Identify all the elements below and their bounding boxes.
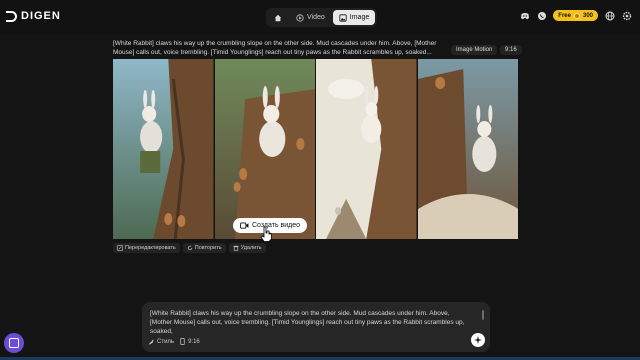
edit-icon — [117, 245, 123, 251]
tab-video-label: Video — [307, 14, 325, 21]
support-chat-button[interactable] — [4, 333, 24, 353]
delete-label: Удалить — [240, 245, 262, 251]
top-bar: DIGEN Video Image Free 300 — [0, 0, 640, 34]
re-edit-button[interactable]: Перередактировать — [113, 243, 180, 253]
credits-count: 300 — [582, 12, 593, 19]
repeat-label: Повторить — [194, 245, 222, 251]
prompt-input[interactable]: [White Rabbit] claws his way up the crum… — [150, 309, 470, 336]
style-selector[interactable]: Стиль — [148, 339, 174, 345]
logo-mark-icon — [6, 10, 17, 22]
video-camera-icon — [240, 222, 249, 229]
whatsapp-icon[interactable] — [536, 10, 547, 21]
tab-home[interactable] — [268, 10, 288, 25]
discord-icon[interactable] — [519, 10, 530, 21]
aspect-ratio-icon — [180, 338, 185, 345]
composer-scrollbar[interactable] — [482, 310, 484, 320]
result-actions: Перередактировать Повторить Удалить — [113, 243, 266, 253]
generated-image-1[interactable] — [113, 59, 214, 239]
image-icon — [339, 13, 347, 22]
generated-images — [113, 59, 518, 239]
style-icon — [148, 339, 154, 344]
refresh-icon — [187, 245, 192, 251]
mode-switcher: Video Image — [266, 8, 378, 27]
globe-icon[interactable] — [604, 10, 615, 21]
delete-button[interactable]: Удалить — [228, 243, 266, 253]
free-label: Free — [558, 12, 571, 19]
brand-name: DIGEN — [21, 10, 61, 22]
brand-logo[interactable]: DIGEN — [6, 10, 61, 22]
result-prompt: [White Rabbit] claws his way up the crum… — [113, 40, 437, 56]
settings-icon[interactable] — [621, 10, 632, 21]
sparkle-icon — [474, 336, 482, 344]
coin-icon — [573, 12, 580, 19]
tab-image[interactable]: Image — [332, 10, 376, 25]
tab-image-label: Image — [349, 14, 370, 21]
trash-icon — [233, 245, 239, 251]
home-icon — [274, 14, 282, 21]
chat-icon — [9, 338, 19, 348]
generated-image-2[interactable] — [214, 59, 315, 239]
header-actions: Free 300 — [519, 10, 632, 21]
generated-image-4[interactable] — [417, 59, 518, 239]
credits-badge[interactable]: Free 300 — [553, 10, 598, 21]
tab-video[interactable]: Video — [290, 10, 331, 25]
mode-tag: Image Motion — [451, 45, 498, 55]
hand-cursor-icon — [260, 226, 272, 242]
repeat-button[interactable]: Повторить — [182, 243, 226, 253]
ratio-tag: 9:16 — [500, 45, 522, 55]
video-icon — [296, 13, 304, 22]
re-edit-label: Перередактировать — [125, 245, 176, 251]
generated-image-3[interactable] — [316, 59, 417, 239]
generate-button[interactable] — [471, 333, 485, 347]
prompt-composer[interactable]: [White Rabbit] claws his way up the crum… — [142, 302, 490, 352]
composer-options: Стиль 9:16 — [148, 338, 200, 345]
style-label: Стиль — [157, 338, 175, 345]
aspect-ratio-label: 9:16 — [188, 338, 200, 345]
aspect-ratio-selector[interactable]: 9:16 — [180, 338, 200, 345]
